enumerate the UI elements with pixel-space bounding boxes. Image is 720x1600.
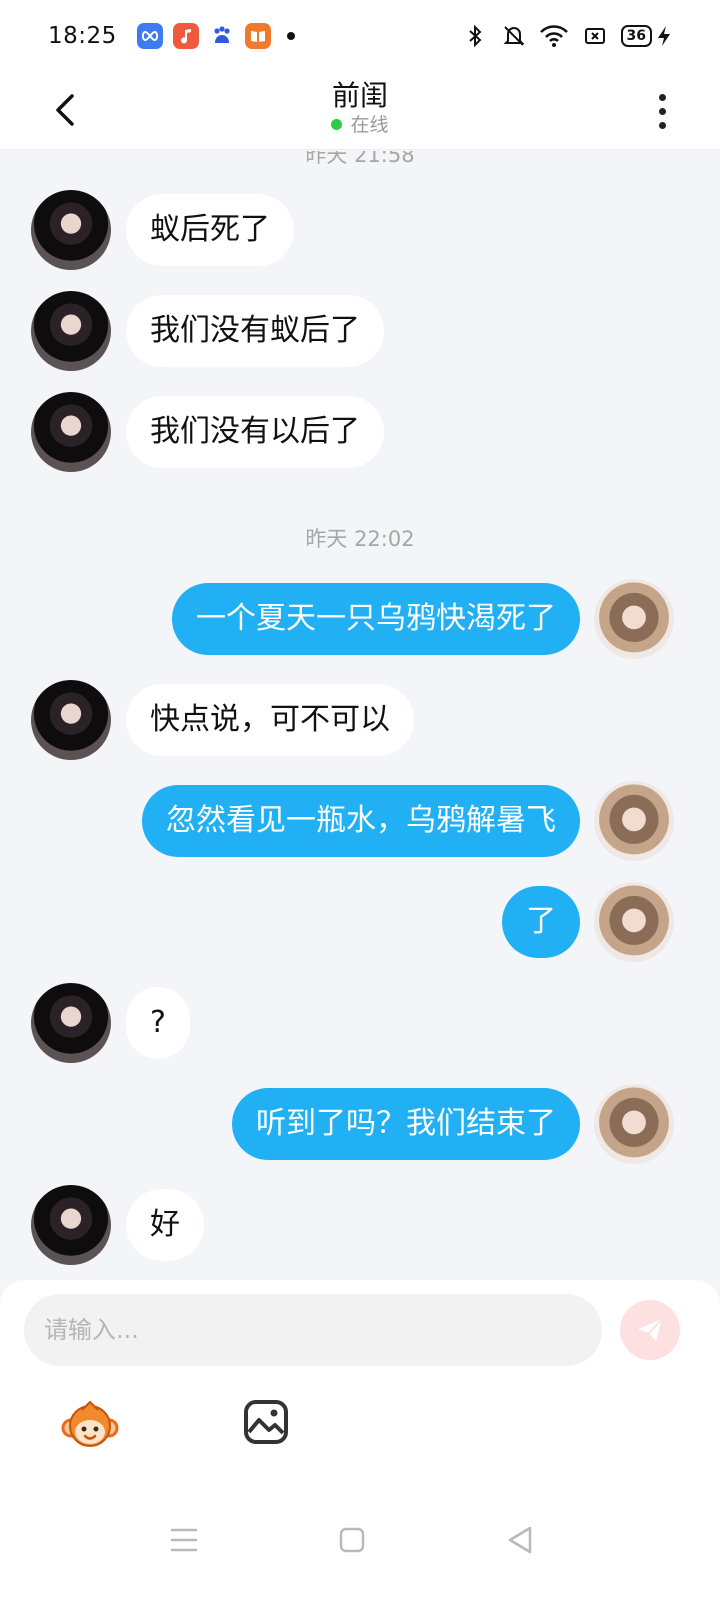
contact-avatar[interactable] [31,190,111,270]
incoming-message-bubble[interactable]: 蚁后死了 [126,194,294,266]
status-time: 18:25 [48,23,117,49]
back-nav-button[interactable] [500,1520,540,1560]
paper-plane-icon [638,1318,663,1341]
system-nav-bar [0,1490,720,1600]
incoming-message-bubble[interactable]: 好 [126,1189,204,1261]
contact-avatar[interactable] [31,291,111,371]
incoming-message-bubble[interactable]: 我们没有以后了 [126,396,384,468]
more-dot [658,107,666,115]
incoming-message-bubble[interactable]: 快点说，可不可以 [126,684,414,756]
online-dot-icon [331,119,343,130]
contact-avatar[interactable] [31,983,111,1063]
status-bar: 18:25 36 [0,0,720,72]
infinity-app-icon [136,23,163,49]
timestamp: 昨天 22:02 [305,527,415,551]
user-avatar[interactable] [594,882,674,962]
message-row: 忽然看见一瓶水，乌鸦解暑飞 [0,781,720,861]
more-vertical-icon [658,93,666,101]
message-row: 蚁后死了 [0,190,720,270]
image-button[interactable] [242,1398,290,1446]
chat-header: 前闺 在线 [0,72,720,150]
incoming-message-bubble[interactable]: 我们没有蚁后了 [126,295,384,367]
online-status-label: 在线 [350,114,389,136]
timestamp-partial: 昨天 21:58 [305,151,415,167]
message-row: 快点说，可不可以 [0,680,720,760]
more-options-button[interactable] [648,84,676,138]
outgoing-message-bubble[interactable]: 忽然看见一瓶水，乌鸦解暑飞 [142,785,580,857]
message-row: 我们没有蚁后了 [0,291,720,371]
contact-avatar[interactable] [31,392,111,472]
image-icon [244,1400,288,1444]
send-button[interactable] [620,1300,680,1360]
battery-level: 36 [620,25,652,47]
wifi-icon [539,24,569,48]
more-dot [658,121,666,129]
user-avatar[interactable] [594,1084,674,1164]
contact-name: 前闺 [331,79,388,112]
monkey-emoji-icon [61,1400,119,1447]
sim-off-icon [583,24,607,48]
user-avatar[interactable] [594,781,674,861]
message-row: 了 [0,882,720,962]
back-triangle-icon [508,1526,532,1554]
outgoing-message-bubble[interactable]: 了 [502,886,580,958]
online-status: 在线 [0,110,720,137]
home-square-icon [339,1527,365,1553]
baidu-app-icon [208,23,235,49]
message-input[interactable] [24,1294,602,1366]
message-row: 一个夏天一只乌鸦快渴死了 [0,579,720,659]
incoming-message-bubble[interactable]: ? [126,987,190,1059]
message-row: 听到了吗？我们结束了 [0,1084,720,1164]
outgoing-message-bubble[interactable]: 听到了吗？我们结束了 [232,1088,580,1160]
contact-avatar[interactable] [31,680,111,760]
reader-app-icon [244,23,271,49]
outgoing-message-bubble[interactable]: 一个夏天一只乌鸦快渴死了 [172,583,580,655]
message-row: ? [0,983,720,1063]
music-app-icon [172,23,199,49]
menu-lines-icon [170,1528,198,1552]
bluetooth-icon [463,24,487,48]
home-nav-button[interactable] [332,1520,372,1560]
menu-nav-button[interactable] [164,1520,204,1560]
message-row: 好 [0,1185,720,1265]
status-indicators: 36 [463,24,672,48]
charging-icon [656,24,672,48]
user-avatar[interactable] [594,579,674,659]
message-list[interactable]: 昨天 21:58 蚁后死了 我们没有蚁后了 我们没有以后了 昨天 22:02 一… [0,151,720,1281]
more-notifications-dot [286,32,295,40]
message-row: 我们没有以后了 [0,392,720,472]
emoji-button[interactable] [60,1396,120,1456]
contact-avatar[interactable] [31,1185,111,1265]
mute-bell-icon [501,24,525,48]
